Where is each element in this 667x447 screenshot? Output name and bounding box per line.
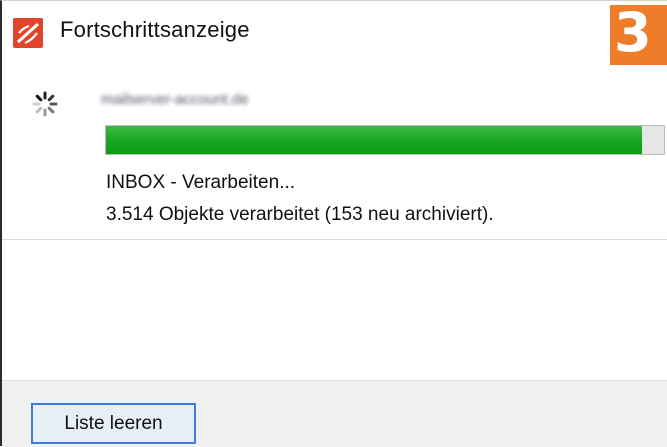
account-name: mailserver-account.de xyxy=(101,91,249,108)
app-logo-icon xyxy=(13,18,43,48)
progress-panel: mailserver-account.de INBOX - Verarbeite… xyxy=(2,65,667,240)
details-area xyxy=(2,240,667,380)
title-bar: Fortschrittsanzeige 3 xyxy=(2,1,667,77)
footer-bar: Liste leeren xyxy=(2,380,667,447)
folder-status-text: INBOX - Verarbeiten... xyxy=(106,172,296,193)
clear-list-button[interactable]: Liste leeren xyxy=(31,403,196,444)
progress-window: Fortschrittsanzeige 3 mailserver-account… xyxy=(0,0,667,447)
window-title: Fortschrittsanzeige xyxy=(60,17,250,42)
items-status-text: 3.514 Objekte verarbeitet (153 neu archi… xyxy=(106,204,494,225)
loading-spinner-icon xyxy=(32,91,58,117)
progress-bar-fill xyxy=(106,126,642,154)
progress-bar xyxy=(105,125,665,155)
